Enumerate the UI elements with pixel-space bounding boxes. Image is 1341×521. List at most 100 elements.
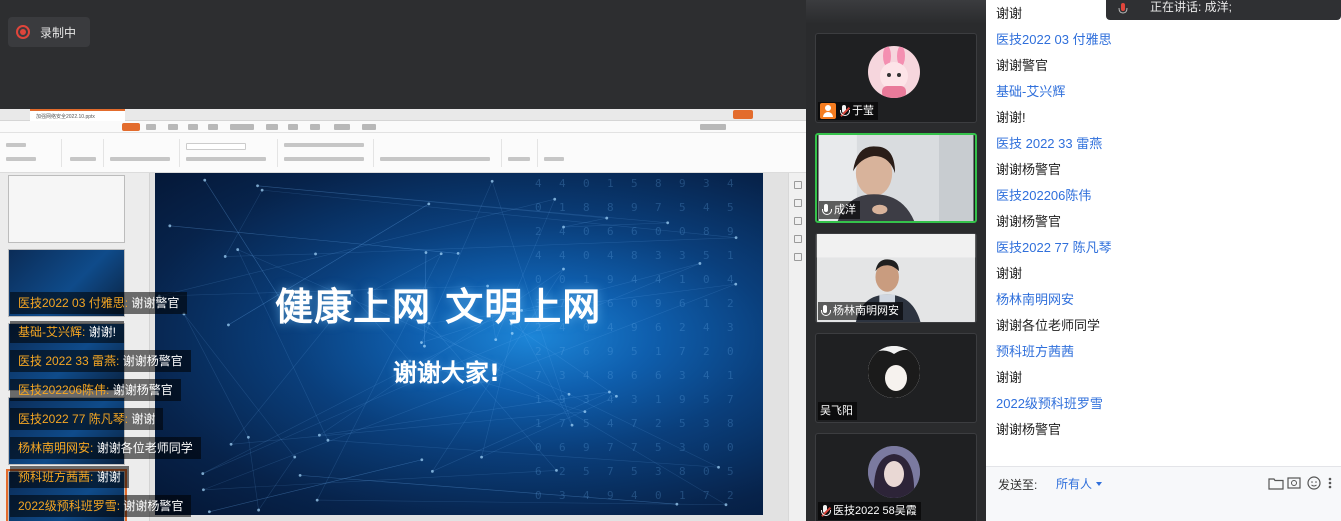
ribbon-tab[interactable]	[146, 124, 156, 130]
decor-digit: 4	[727, 177, 734, 190]
decor-digit: 5	[679, 201, 686, 214]
folder-icon[interactable]	[1268, 475, 1284, 491]
chat-message-list[interactable]: 谢谢 医技2022 03 付雅思 谢谢警官 基础-艾兴辉 谢谢! 医技 2022 33 雷…	[986, 0, 1341, 466]
decor-digit: 9	[679, 177, 686, 190]
ribbon-tab[interactable]	[266, 124, 278, 130]
ribbon-tab[interactable]	[310, 124, 320, 130]
decor-digit: 0	[727, 345, 734, 358]
chat-sender-name[interactable]: 2022级预科班罗雪	[996, 396, 1103, 412]
participant-gallery: 于莹 成洋 杨林南明网安 吴飞阳 医技2022 58吴霞	[806, 0, 986, 521]
send-to-dropdown[interactable]: 所有人	[1056, 475, 1103, 492]
decor-digit: 2	[535, 225, 542, 238]
more-icon[interactable]	[1324, 475, 1336, 491]
chat-sender-name[interactable]: 医技2022 77 陈凡琴	[996, 240, 1112, 256]
emoji-icon[interactable]	[1306, 475, 1322, 491]
decor-digit: 3	[703, 417, 710, 430]
animation-icon[interactable]	[794, 217, 802, 225]
decor-digit: 6	[679, 297, 686, 310]
ribbon-tab[interactable]	[288, 124, 298, 130]
chat-sender-name[interactable]: 基础-艾兴辉	[996, 84, 1065, 100]
paragraph-group[interactable]	[280, 139, 374, 167]
decor-digit: 9	[559, 393, 566, 406]
decor-digit: 9	[583, 441, 590, 454]
participant-name: 成洋	[834, 204, 856, 216]
ribbon-tab[interactable]	[208, 124, 218, 130]
ribbon-tab[interactable]	[362, 124, 376, 130]
network-node	[480, 455, 483, 459]
screenshot-icon[interactable]	[1286, 475, 1302, 491]
decor-digit: 7	[535, 369, 542, 382]
participant-name-bar: 于莹	[818, 102, 878, 120]
login-button[interactable]	[733, 110, 753, 119]
decor-digit: 2	[703, 345, 710, 358]
text-tools-group[interactable]	[504, 139, 538, 167]
chat-sender-name[interactable]: 预科班方茜茜	[996, 344, 1074, 360]
search-box[interactable]	[700, 124, 726, 130]
decor-digit: 6	[655, 369, 662, 382]
network-node	[168, 224, 172, 228]
document-tab[interactable]: 加强网络安全2022.10.pptx	[30, 109, 125, 121]
chat-sender-name[interactable]: 杨林南明网安	[996, 292, 1074, 308]
ribbon-tab-start[interactable]	[122, 123, 140, 131]
ribbon-tab[interactable]	[168, 124, 178, 130]
network-node	[567, 392, 571, 396]
select-pane-group[interactable]	[540, 139, 570, 167]
chat-sender-name[interactable]: 医技2022 03 付雅思	[996, 32, 1112, 48]
network-node	[227, 323, 230, 327]
decor-digit: 8	[583, 201, 590, 214]
mic-icon	[821, 203, 832, 217]
ribbon-tab[interactable]	[188, 124, 198, 130]
participant-tile-speaking[interactable]: 成洋	[815, 133, 977, 223]
decor-digit: 6	[559, 441, 566, 454]
chat-message-text: 谢谢	[996, 370, 1023, 385]
decor-digit: 7	[655, 201, 662, 214]
design-icon[interactable]	[794, 199, 802, 207]
clipboard-group[interactable]	[2, 139, 62, 167]
decor-digit: 0	[703, 441, 710, 454]
gallery-header	[806, 0, 986, 24]
danmaku-text: 谢谢警官	[131, 296, 180, 310]
ribbon-tab[interactable]	[230, 124, 254, 130]
transition-icon[interactable]	[794, 235, 802, 243]
participant-name-bar: 吴飞阳	[818, 402, 857, 420]
layout-group[interactable]	[106, 139, 180, 167]
chat-panel: 谢谢 医技2022 03 付雅思 谢谢警官 基础-艾兴辉 谢谢! 医技 2022 33 雷…	[986, 0, 1341, 521]
recording-indicator[interactable]: 录制中	[8, 17, 90, 47]
font-group[interactable]	[182, 139, 278, 167]
participant-tile[interactable]: 杨林南明网安	[815, 233, 977, 323]
chat-sender-name[interactable]: 医技 2022 33 雷燕	[996, 136, 1102, 152]
participant-name: 于莹	[852, 105, 874, 117]
decor-digit: 3	[583, 393, 590, 406]
decor-digit: 1	[655, 345, 662, 358]
decor-digit: 5	[583, 417, 590, 430]
network-line	[563, 222, 668, 228]
decor-digit: 2	[727, 489, 734, 502]
record-icon	[16, 25, 30, 39]
insert-group[interactable]	[376, 139, 502, 167]
participant-tile[interactable]: 医技2022 58吴霞	[815, 433, 977, 521]
decor-digit: 9	[607, 345, 614, 358]
participant-tile[interactable]: 吴飞阳	[815, 333, 977, 423]
network-line	[209, 459, 422, 513]
decor-digit: 4	[703, 369, 710, 382]
decor-digit: 4	[607, 417, 614, 430]
network-node	[717, 465, 720, 469]
settings-icon[interactable]	[794, 253, 802, 261]
participant-tile[interactable]: 于莹	[815, 33, 977, 123]
decor-digit: 1	[535, 393, 542, 406]
chat-message-text: 谢谢	[996, 266, 1023, 281]
decor-digit: 5	[583, 465, 590, 478]
decor-digit: 3	[559, 369, 566, 382]
decor-digit: 7	[631, 417, 638, 430]
decor-digit: 5	[631, 465, 638, 478]
slide-thumbnail[interactable]	[8, 175, 125, 243]
chat-sender-name[interactable]: 医技202206陈伟	[996, 188, 1091, 204]
network-node	[207, 510, 211, 514]
danmaku-text: 谢谢杨警官	[112, 383, 173, 397]
decor-digit: 5	[703, 393, 710, 406]
network-line	[204, 180, 287, 308]
property-icon[interactable]	[794, 181, 802, 189]
ribbon-tab[interactable]	[334, 124, 350, 130]
decor-digit: 7	[679, 345, 686, 358]
new-slide-group[interactable]	[64, 139, 104, 167]
